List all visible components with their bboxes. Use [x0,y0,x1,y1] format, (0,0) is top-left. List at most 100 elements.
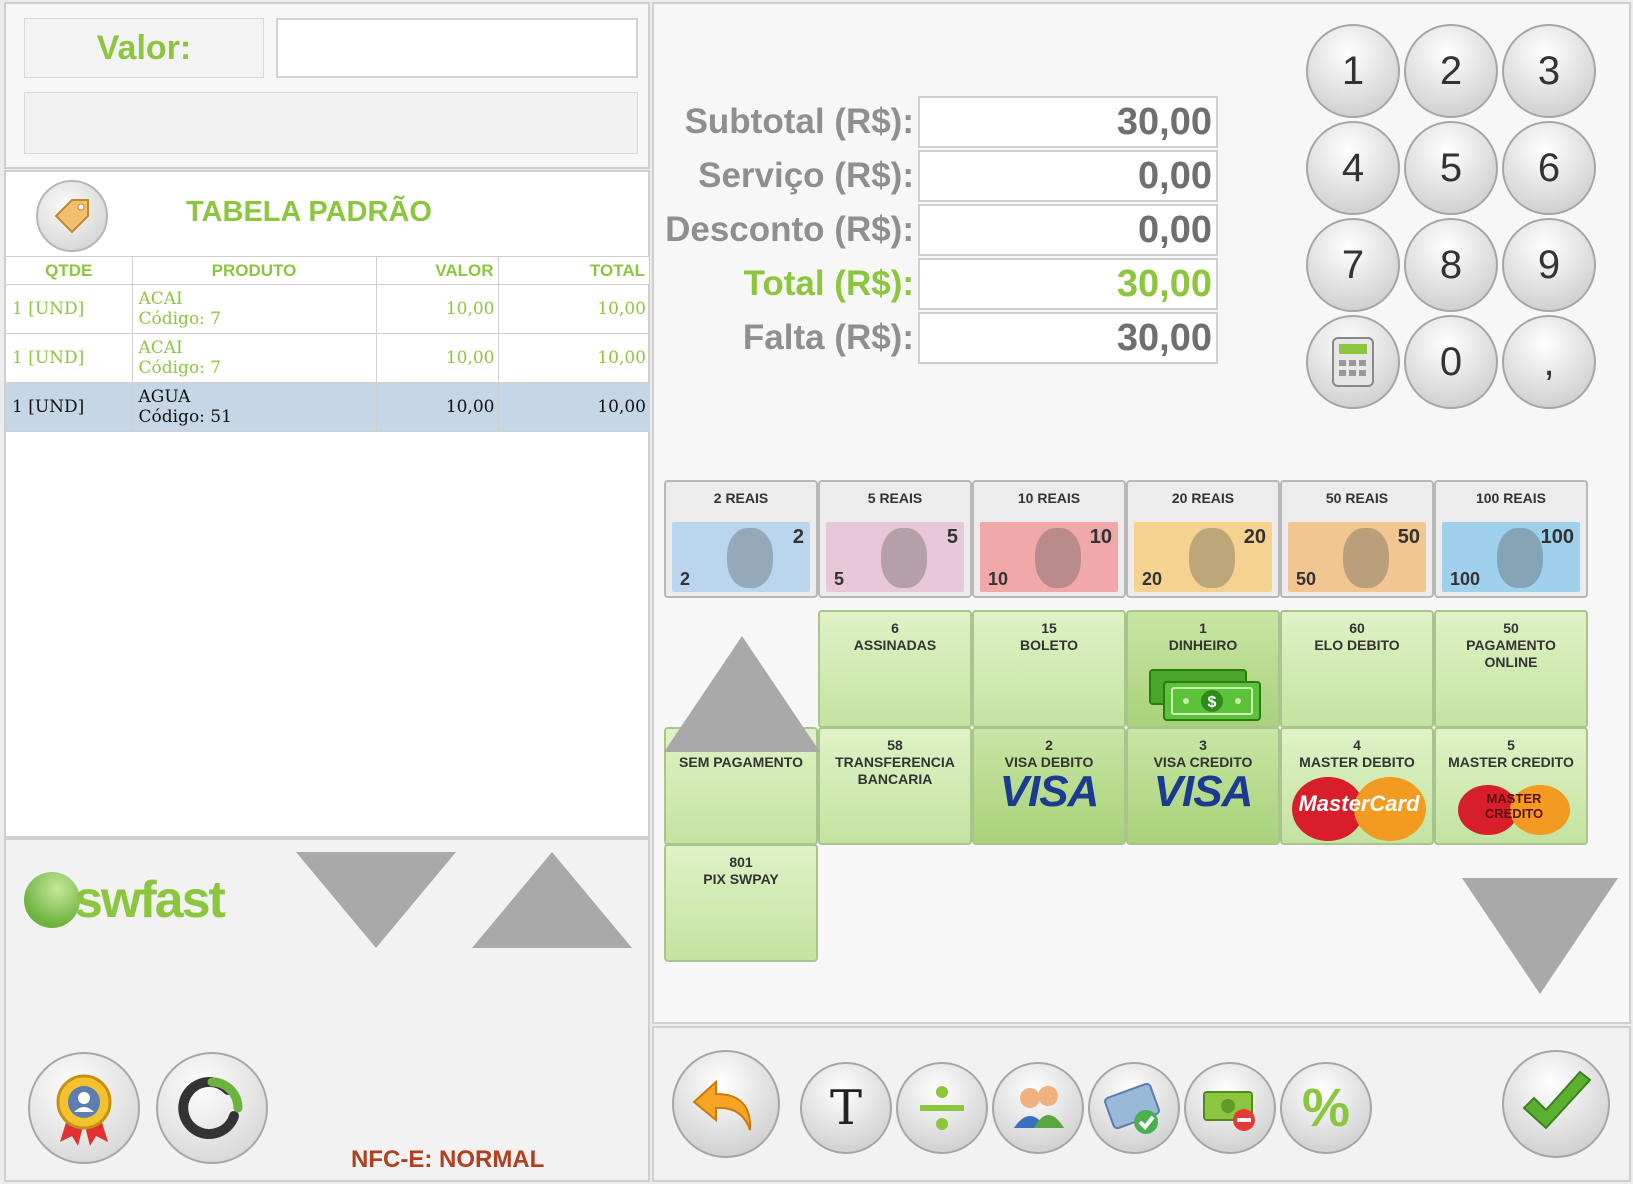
remove-payment-button[interactable] [1184,1062,1276,1154]
keypad-key[interactable]: 2 [1404,24,1498,118]
text-button[interactable]: T [800,1062,892,1154]
bill-button[interactable]: 100 REAIS 100 100 [1434,480,1588,598]
bill-button[interactable]: 5 REAIS 5 5 [818,480,972,598]
banknote-denomination-small: 5 [834,569,845,589]
product-name-cell: ACAI Código: 7 [132,284,377,334]
payment-label: ASSINADAS [853,637,937,653]
valor-secondary-field[interactable] [24,92,638,154]
keypad-key[interactable]: 5 [1404,121,1498,215]
payments-scroll-up-button[interactable] [664,636,820,752]
loyalty-award-button[interactable] [28,1052,140,1164]
bill-label: 2 REAIS [713,490,769,506]
valor-label: Valor: [96,28,192,67]
refresh-button[interactable] [156,1052,268,1164]
product-row[interactable]: 1 [UND] AGUA Código: 51 10,00 10,00 [6,382,650,432]
back-button[interactable] [672,1050,780,1158]
bill-button[interactable]: 10 REAIS 10 10 [972,480,1126,598]
products-header-row: QTDE PRODUTO VALOR TOTAL [6,256,650,285]
payment-method-button[interactable]: 2 VISA DEBITO VISA [972,727,1126,845]
payments-scroll-down-button[interactable] [1462,878,1618,994]
total-value: 0,00 [918,150,1218,202]
payment-method-button[interactable]: 6 ASSINADAS [818,610,972,728]
award-badge-icon [56,1074,112,1146]
payment-method-button[interactable]: 3 VISA CREDITO VISA [1126,727,1280,845]
banknote-portrait-icon [1035,528,1082,588]
swfast-logo: swfast [24,870,226,930]
payment-label: SEM PAGAMENTO [679,754,803,770]
payment-method-button[interactable]: 50 PAGAMENTO ONLINE [1434,610,1588,728]
confirm-button[interactable] [1502,1050,1610,1158]
banknote-image: 10 10 [980,522,1118,592]
undo-arrow-icon [692,1079,752,1131]
bill-button[interactable]: 50 REAIS 50 50 [1280,480,1434,598]
price-table-title: TABELA PADRÃO [186,196,432,228]
product-row[interactable]: 1 [UND] ACAI Código: 7 10,00 10,00 [6,284,650,334]
mastercard-logo-icon: MasterCard [1292,777,1426,841]
total-label: Desconto (R$): [665,210,914,249]
keypad-key[interactable]: 3 [1502,24,1596,118]
calculator-button[interactable] [1306,315,1400,409]
keypad-key[interactable]: 1 [1306,24,1400,118]
banknote-portrait-icon [727,528,774,588]
payment-method-button[interactable]: 4 MASTER DEBITO MasterCard [1280,727,1434,845]
products-panel: TABELA PADRÃO QTDE PRODUTO VALOR TOTAL 1… [4,170,650,838]
keypad-key[interactable]: 8 [1404,218,1498,312]
keypad-key[interactable]: 4 [1306,121,1400,215]
product-row[interactable]: 1 [UND] ACAI Código: 7 10,00 10,00 [6,333,650,383]
banknote-portrait-icon [1497,528,1544,588]
totals-panel: Subtotal (R$): 30,00 Serviço (R$): 0,00 Desc… [652,2,1631,1024]
keypad-key[interactable]: 6 [1502,121,1596,215]
customers-button[interactable] [992,1062,1084,1154]
keypad-key[interactable]: 9 [1502,218,1596,312]
checkmark-icon [1522,1070,1592,1130]
keypad-key-label: 5 [1439,145,1463,190]
bill-button[interactable]: 20 REAIS 20 20 [1126,480,1280,598]
percentage-button[interactable]: % [1280,1062,1372,1154]
card-payment-button[interactable] [1088,1062,1180,1154]
payment-code: 1 [1199,620,1207,636]
product-qty: 1 [UND] [6,284,133,334]
product-value: 10,00 [376,382,499,432]
keypad-key[interactable]: 7 [1306,218,1400,312]
banknote-denomination: 50 [1397,526,1420,548]
products-scroll-up-button[interactable] [472,852,632,948]
product-total: 10,00 [498,333,650,383]
payment-method-button[interactable]: 15 BOLETO [972,610,1126,728]
payment-method-button[interactable]: 801 PIX SWPAY [664,844,818,962]
banknote-image: 22 [672,522,810,592]
keypad-key-label: 8 [1439,242,1463,287]
left-bottom-panel: swfast NFC-E: NORMAL [4,838,650,1182]
visa-logo: VISA [1153,767,1254,816]
bill-label: 10 REAIS [1017,490,1081,506]
split-payment-button[interactable] [896,1062,988,1154]
price-table-button[interactable] [36,180,108,252]
swfast-logo-mark-icon [24,872,80,928]
master-credito-logo-text: MASTER CREDITO [1484,791,1544,821]
banknote-denomination: 20 [1243,526,1266,548]
payment-method-button[interactable]: 1 DINHEIRO $ [1126,610,1280,728]
products-body: 1 [UND] ACAI Código: 7 10,00 10,00 1 [UND] ACA… [6,284,650,432]
keypad-key-label: 7 [1341,242,1365,287]
keypad-key[interactable]: , [1502,315,1596,409]
banknote-denomination-small: 20 [1142,569,1163,589]
payment-label: BOLETO [1019,637,1079,653]
bill-label: 100 REAIS [1475,490,1547,506]
total-label: Total (R$): [743,264,914,303]
valor-label-box: Valor: [24,18,264,78]
total-value: 30,00 [918,258,1218,310]
payment-method-button[interactable]: 60 ELO DEBITO [1280,610,1434,728]
cash-bills-icon: $ [1149,669,1261,721]
banknote-image: 100 100 [1442,522,1580,592]
banknote-denomination-small: 100 [1450,569,1481,589]
payment-method-button[interactable]: 58 TRANSFERENCIA BANCARIA [818,727,972,845]
valor-panel: Valor: [4,2,650,169]
bill-button[interactable]: 2 REAIS 2 2 [664,480,818,598]
valor-input[interactable] [276,18,638,78]
banknote-denomination: 5 [946,526,958,548]
text-t-icon: T [829,1080,862,1136]
keypad-key[interactable]: 0 [1404,315,1498,409]
payment-method-button[interactable]: 5 MASTER CREDITO MASTER CREDITO [1434,727,1588,845]
payment-code: 6 [891,620,899,636]
product-name-cell: AGUA Código: 51 [132,382,377,432]
products-scroll-down-button[interactable] [296,852,456,948]
